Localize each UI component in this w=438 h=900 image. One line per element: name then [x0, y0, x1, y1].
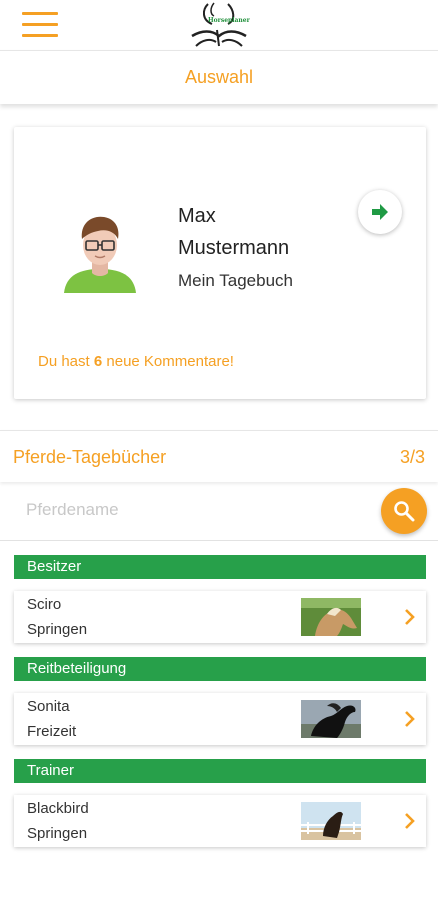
profile-first-name: Max: [178, 205, 216, 227]
chevron-right-icon: [405, 711, 415, 727]
profile-card[interactable]: Max Mustermann Mein Tagebuch Du hast 6 n…: [14, 127, 426, 399]
search-row: [0, 484, 438, 540]
comments-notice[interactable]: Du hast 6 neue Kommentare!: [38, 353, 234, 370]
arrow-right-icon: [372, 204, 388, 220]
profile-last-name: Mustermann: [178, 237, 290, 259]
horse-list-item[interactable]: Blackbird Springen: [14, 795, 426, 847]
horse-name: Blackbird: [27, 800, 89, 817]
horse-name: Sciro: [27, 596, 62, 613]
chevron-right-icon: [405, 609, 415, 625]
horse-diaries-header: Pferde-Tagebücher 3/3: [0, 430, 438, 482]
horse-discipline: Springen: [27, 621, 88, 638]
horse-list-item[interactable]: Sciro Springen: [14, 591, 426, 643]
search-button[interactable]: [381, 488, 427, 534]
group-header-owner: Besitzer: [14, 555, 426, 579]
app-logo: Horseplaner: [188, 0, 250, 50]
horse-name: Sonita: [27, 698, 70, 715]
divider: [0, 540, 438, 541]
diary-label: Mein Tagebuch: [178, 271, 293, 290]
horse-list-item[interactable]: Sonita Freizeit: [14, 693, 426, 745]
logo-text: Horseplaner: [208, 17, 250, 24]
comments-count: 6: [93, 353, 103, 370]
top-app-bar: Horseplaner: [0, 0, 438, 50]
section-count: 3/3: [399, 447, 425, 467]
horse-discipline: Freizeit: [27, 723, 77, 740]
horse-photo: [301, 598, 361, 636]
open-diary-button[interactable]: [358, 190, 402, 234]
horse-photo: [301, 700, 361, 738]
group-header-share: Reitbeteiligung: [14, 657, 426, 681]
page-header: Auswahl: [0, 50, 438, 104]
section-title: Pferde-Tagebücher: [13, 447, 167, 467]
hamburger-menu-icon[interactable]: [22, 12, 58, 38]
group-header-trainer: Trainer: [14, 759, 426, 783]
page-title: Auswahl: [184, 67, 254, 87]
chevron-right-icon: [405, 813, 415, 829]
horse-photo: [301, 802, 361, 840]
search-icon: [394, 501, 415, 522]
search-input[interactable]: [14, 494, 364, 526]
avatar: [58, 209, 142, 293]
horse-discipline: Springen: [27, 825, 88, 842]
